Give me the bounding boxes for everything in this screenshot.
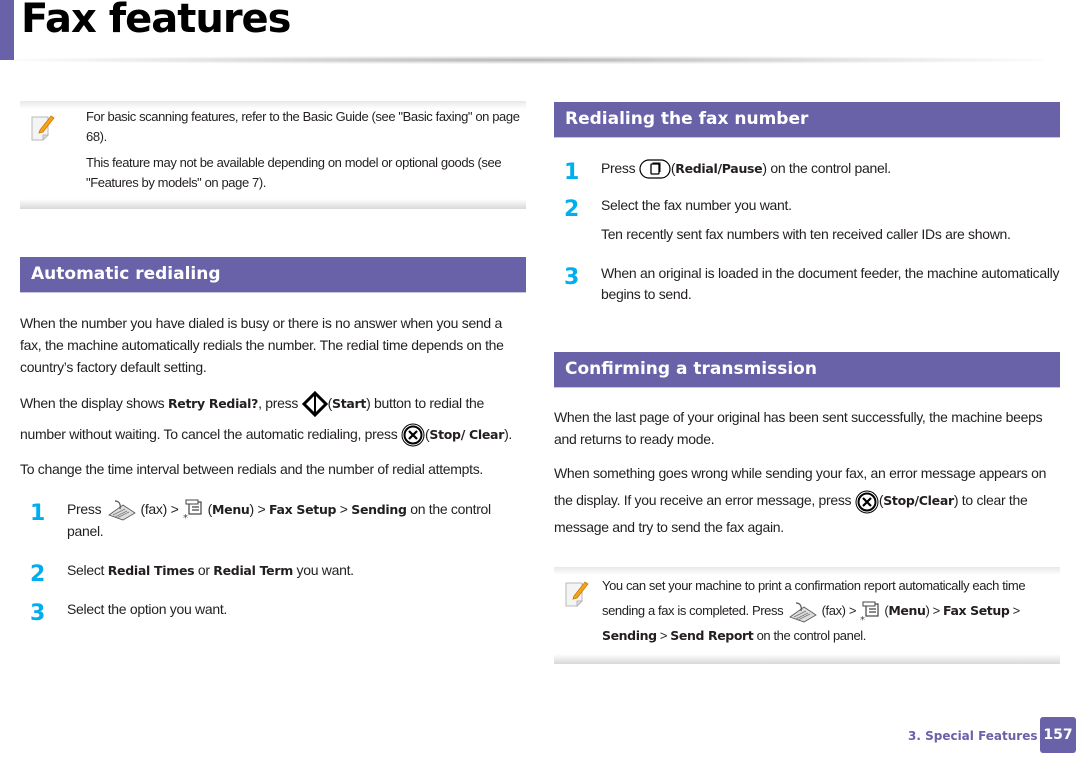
text: > <box>656 628 671 644</box>
menu-label: Menu <box>888 603 926 619</box>
step-number: 2 <box>564 197 580 223</box>
stop-clear-label: Stop/ Clear <box>429 427 505 442</box>
text: or <box>194 562 214 579</box>
note-line: For basic scanning features, refer to th… <box>86 109 520 144</box>
send-report-label: Send Report <box>670 628 754 644</box>
svg-text:*: * <box>860 615 865 623</box>
step: 3 Select the option you want. <box>20 599 526 625</box>
right-column: Redialing the fax number 1 Press (Redial… <box>554 102 1060 664</box>
stop-clear-icon <box>855 490 879 514</box>
fax-icon <box>789 602 818 623</box>
interval-paragraph: To change the time interval between redi… <box>20 461 483 477</box>
text: ) > <box>925 603 944 619</box>
text: ) > <box>249 501 269 517</box>
redial-times-label: Redial Times <box>107 563 195 579</box>
fax-setup-label: Fax Setup <box>943 603 1010 619</box>
intro-paragraph: When the number you have dialed is busy … <box>20 315 504 375</box>
sending-label: Sending <box>602 628 657 644</box>
confirm-paragraph: When the last page of your original has … <box>554 409 1043 448</box>
step: 3 When an original is loaded in the docu… <box>554 263 1060 305</box>
step: 2 Select the fax number you want. Ten re… <box>554 195 1060 245</box>
note-box: For basic scanning features, refer to th… <box>20 93 526 209</box>
section-header-confirming: Confirming a transmission <box>554 352 1060 389</box>
step-number: 1 <box>564 160 580 185</box>
fax-setup-label: Fax Setup <box>268 502 337 517</box>
title-accent-bar <box>0 0 14 60</box>
text: (fax) > <box>818 603 860 619</box>
retry-paragraph: When the display shows Retry Redial?, pr… <box>20 388 526 450</box>
stop-clear-label: Stop/Clear <box>883 493 954 509</box>
step-number: 2 <box>30 562 46 588</box>
redial-term-label: Redial Term <box>213 563 293 579</box>
stop-clear-icon <box>401 423 425 447</box>
text: Select <box>67 562 108 579</box>
redial-pause-label: Redial/Pause <box>675 161 763 176</box>
text: Press <box>601 160 639 176</box>
page-number-badge: 157 <box>1040 717 1076 753</box>
menu-icon: * <box>860 601 879 623</box>
footer-section-label: 3. Special Features <box>908 729 1038 743</box>
text: > <box>1009 603 1021 619</box>
text: on the control panel. <box>753 628 867 644</box>
text: ). <box>504 426 513 442</box>
text: When an original is loaded in the docume… <box>601 265 1060 303</box>
step: 1 Press (fax) > * (Menu) > Fax Setup > S… <box>20 499 526 542</box>
step-number: 1 <box>30 501 46 526</box>
step: 2 Select Redial Times or Redial Term you… <box>20 560 526 586</box>
left-column: For basic scanning features, refer to th… <box>20 93 526 625</box>
text: , press <box>258 395 302 411</box>
note-text: You can set your machine to print a conf… <box>602 573 1060 648</box>
text: ( <box>204 501 213 517</box>
start-diamond-icon <box>301 391 328 418</box>
sending-label: Sending <box>351 502 407 517</box>
text: Select the option you want. <box>67 601 228 618</box>
error-paragraph: When something goes wrong while sending … <box>554 460 1060 541</box>
display-message: Retry Redial? <box>167 396 259 411</box>
note-line: This feature may not be available depend… <box>86 155 502 190</box>
text: ) on the control panel. <box>762 160 891 176</box>
fax-icon <box>108 500 136 521</box>
text: Press <box>67 501 105 517</box>
text: (fax) > <box>136 501 183 517</box>
menu-icon: * <box>183 499 202 521</box>
text: > <box>336 501 352 517</box>
text: Select the fax number you want. <box>601 197 792 214</box>
title-divider <box>14 56 1044 64</box>
section-header-automatic-redialing: Automatic redialing <box>20 257 526 293</box>
section-header-redialing: Redialing the fax number <box>554 102 1060 138</box>
step-number: 3 <box>30 601 46 627</box>
page-title: Fax features <box>21 0 291 42</box>
menu-label: Menu <box>212 502 250 517</box>
start-label: Start <box>332 396 367 411</box>
text: When the display shows <box>20 395 168 411</box>
note-box: You can set your machine to print a conf… <box>554 559 1060 664</box>
step-number: 3 <box>564 265 580 291</box>
step: 1 Press (Redial/Pause) on the control pa… <box>554 158 1060 184</box>
note-pencil-icon <box>31 115 55 141</box>
redial-pause-button-icon <box>639 159 671 179</box>
step-subtext: Ten recently sent fax numbers with ten r… <box>601 226 1011 243</box>
note-pencil-icon <box>565 581 589 608</box>
text: you want. <box>292 562 355 579</box>
svg-text:*: * <box>183 513 188 521</box>
